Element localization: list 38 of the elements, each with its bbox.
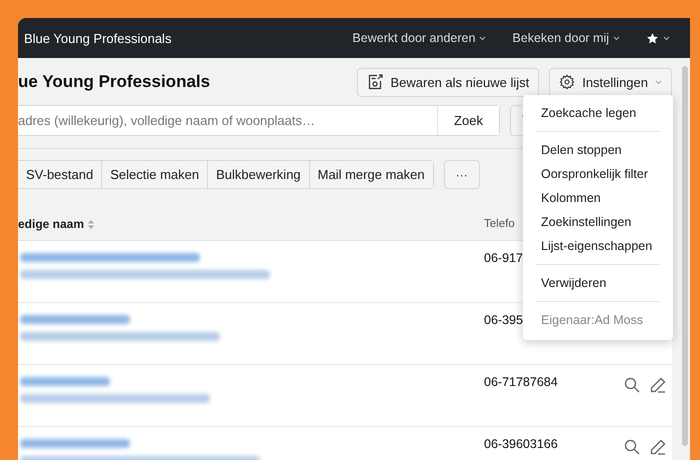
menu-item[interactable]: Zoekinstellingen xyxy=(523,210,673,234)
menu-item[interactable]: Lijst-eigenschappen xyxy=(523,234,673,258)
search-button[interactable]: Zoek xyxy=(437,106,499,135)
search-field[interactable]: adres (willekeurig), volledige naam of woonplaats… Zoek xyxy=(18,105,500,136)
nav-dropdown[interactable]: Bekeken door mij xyxy=(512,31,620,45)
search-icon[interactable] xyxy=(624,439,640,455)
settings-icon xyxy=(559,74,576,90)
phone-number: 06-917 xyxy=(484,251,523,265)
save-icon xyxy=(367,74,384,90)
menu-item[interactable]: Kolommen xyxy=(523,186,673,210)
nav-dropdown[interactable]: Bewerkt door anderen xyxy=(352,31,486,45)
scrollbar[interactable] xyxy=(682,66,688,446)
edit-icon[interactable] xyxy=(650,377,666,393)
favorites-dropdown[interactable] xyxy=(646,32,670,44)
column-header[interactable]: Telefo xyxy=(484,218,515,230)
caret-icon xyxy=(479,36,486,40)
toolbar-button[interactable]: Mail merge maken xyxy=(308,161,433,188)
phone-number: 06-395 xyxy=(484,313,523,327)
owner-note: Eigenaar:Ad Moss xyxy=(540,312,644,329)
sort-icon xyxy=(88,220,94,228)
menu-item[interactable]: Verwijderen xyxy=(523,271,673,295)
app-title: Blue Young Professionals xyxy=(24,30,172,46)
phone-number: 06-39603166 xyxy=(484,437,558,451)
settings-button[interactable]: Instellingen xyxy=(549,68,672,96)
edit-icon[interactable] xyxy=(650,439,666,455)
search-icon[interactable] xyxy=(624,377,640,393)
caret-icon xyxy=(655,80,662,84)
menu-item[interactable]: Zoekcache legen xyxy=(523,101,673,125)
caret-icon xyxy=(613,36,620,40)
list-title: ue Young Professionals xyxy=(18,72,212,92)
column-header[interactable]: edige naam xyxy=(18,217,484,231)
menu-item[interactable]: Delen stoppen xyxy=(523,138,673,162)
caret-icon xyxy=(663,36,670,40)
more-button[interactable]: ··· xyxy=(444,160,480,189)
star-icon xyxy=(646,32,659,44)
phone-number: 06-71787684 xyxy=(484,375,558,389)
save-as-new-list-button[interactable]: Bewaren als nieuwe lijst xyxy=(357,68,540,96)
menu-item[interactable]: Oorspronkelijk filter xyxy=(523,162,673,186)
